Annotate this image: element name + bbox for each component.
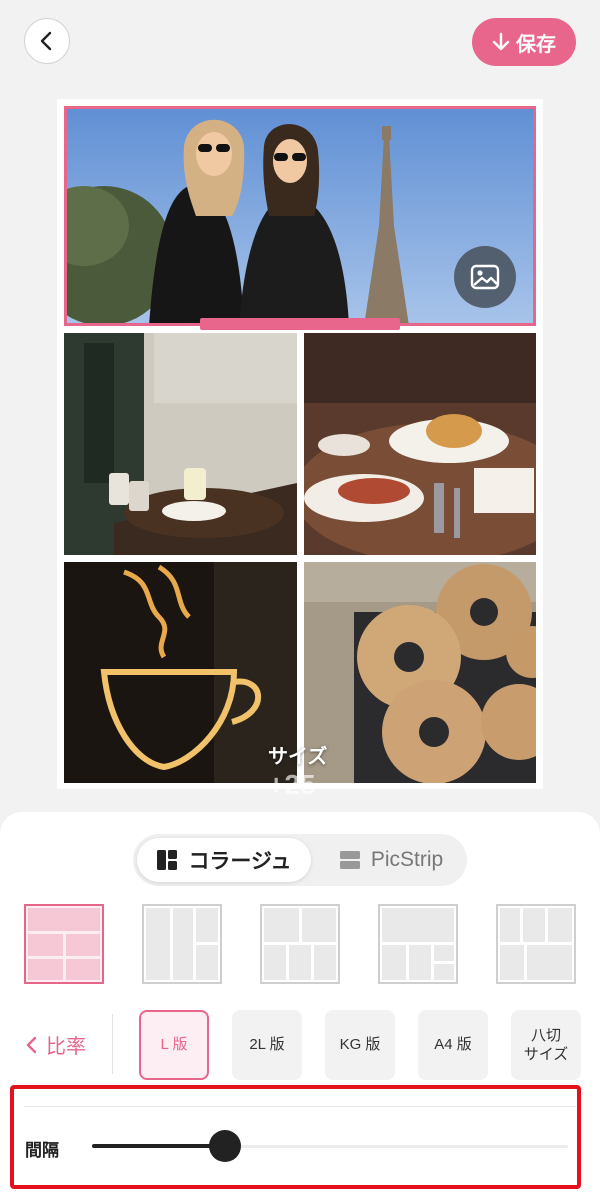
- pastries-photo: [304, 562, 536, 783]
- photo-cell-cafe[interactable]: [64, 333, 297, 555]
- layout-option-5[interactable]: [496, 904, 576, 984]
- layout-option-1[interactable]: [24, 904, 104, 984]
- breakfast-photo: [304, 333, 536, 555]
- highlight-box: [10, 1085, 581, 1189]
- photo-cell-pastries[interactable]: [304, 562, 536, 783]
- tab-picstrip[interactable]: PicStrip: [319, 838, 463, 882]
- photo-cell-breakfast[interactable]: [304, 333, 536, 555]
- photo-cell-neon-cup[interactable]: [64, 562, 297, 783]
- paper-size-a4[interactable]: A4 版: [418, 1010, 488, 1080]
- layout-option-3[interactable]: [260, 904, 340, 984]
- size-overlay-value: +25: [268, 769, 316, 800]
- paper-size-label: L 版: [160, 1036, 188, 1054]
- chevron-left-icon: [40, 31, 52, 51]
- mode-segmented-control: コラージュ PicStrip: [133, 834, 467, 886]
- cafe-photo: [64, 333, 297, 555]
- collage-canvas: サイズ +25: [57, 99, 543, 800]
- layout-option-4[interactable]: [378, 904, 458, 984]
- download-arrow-icon: [492, 32, 510, 51]
- top-bar: 保存: [0, 0, 600, 90]
- ratio-back-label: 比率: [46, 1036, 86, 1058]
- paper-size-kg[interactable]: KG 版: [325, 1010, 395, 1080]
- back-button[interactable]: [24, 18, 70, 64]
- image-icon: [470, 264, 500, 290]
- paper-size-label: 2L 版: [249, 1036, 285, 1054]
- tab-collage[interactable]: コラージュ: [137, 838, 311, 882]
- ratio-back-button[interactable]: 比率: [24, 1030, 86, 1059]
- paper-size-label: KG 版: [339, 1036, 381, 1054]
- resize-handle[interactable]: [200, 318, 400, 330]
- neon-cup-photo: [64, 562, 297, 783]
- paper-size-label: 八切 サイズ: [523, 1026, 569, 1064]
- tab-picstrip-label: PicStrip: [370, 848, 444, 871]
- paper-size-l[interactable]: L 版: [139, 1010, 209, 1080]
- paper-size-hachigiri[interactable]: 八切 サイズ: [511, 1010, 581, 1080]
- save-label: 保存: [516, 33, 556, 56]
- strip-icon: [339, 851, 360, 869]
- photo-cell-paris[interactable]: [64, 106, 536, 326]
- collage-layout-icon: [157, 850, 178, 870]
- paper-size-2l[interactable]: 2L 版: [232, 1010, 302, 1080]
- paper-size-label: A4 版: [434, 1036, 472, 1054]
- save-button[interactable]: 保存: [472, 18, 576, 66]
- size-overlay-label: サイズ: [268, 746, 328, 768]
- replace-photo-button[interactable]: [454, 246, 516, 308]
- divider: [112, 1014, 113, 1074]
- chevron-left-icon: [26, 1036, 37, 1053]
- layout-option-2[interactable]: [142, 904, 222, 984]
- tab-collage-label: コラージュ: [188, 850, 292, 873]
